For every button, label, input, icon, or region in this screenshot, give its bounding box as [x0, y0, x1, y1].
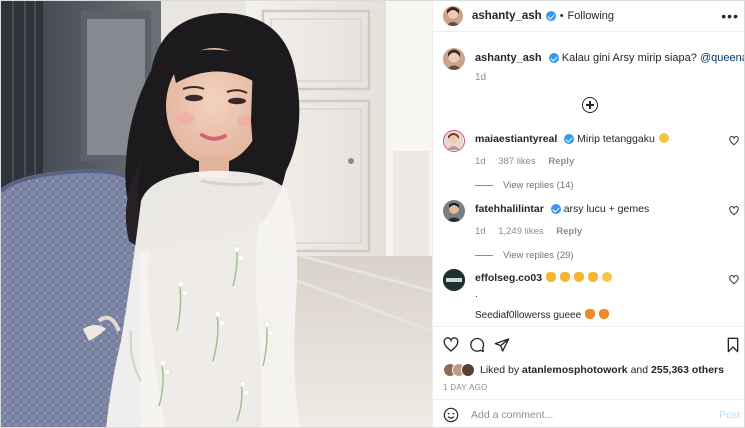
send-icon[interactable]	[494, 337, 510, 353]
caption-timestamp: 1d	[475, 72, 487, 83]
replies-divider	[475, 185, 493, 186]
comment-likes-count[interactable]: 1,249 likes	[498, 226, 543, 237]
likes-others-count[interactable]: 255,363 others	[651, 364, 724, 376]
liker-avatar	[461, 363, 475, 377]
post-actions: Liked by atanlemosphotowork and 255,363 …	[433, 326, 744, 398]
more-options-icon[interactable]: •••	[721, 8, 739, 24]
comment-meta: 1d 387 likes Reply	[475, 156, 584, 167]
heart-icon[interactable]	[443, 337, 459, 353]
comment-time: 1d	[475, 156, 486, 167]
likes-summary: Liked by atanlemosphotowork and 255,363 …	[443, 363, 724, 377]
comment-body: Mirip tetanggaku	[577, 133, 655, 145]
view-replies-button[interactable]: View replies (29)	[475, 250, 574, 261]
verified-badge-icon	[545, 11, 556, 21]
comment-meta: 1d 1,249 likes Reply	[475, 226, 592, 237]
comment-text: effolseg.co03	[475, 272, 612, 284]
comment-username[interactable]: effolseg.co03	[475, 272, 542, 284]
comment-username[interactable]: maiaestiantyreal	[475, 133, 557, 145]
following-button[interactable]: Following	[568, 10, 614, 22]
load-more-comments-icon[interactable]	[582, 97, 598, 113]
post-header: ashanty_ash • Following •••	[433, 1, 744, 32]
thumbs-up-icon	[587, 272, 598, 282]
instagram-post-modal: ashanty_ash • Following ••• ashanty_ash …	[0, 0, 745, 428]
comment-reply-button[interactable]: Reply	[556, 226, 582, 237]
author-avatar[interactable]	[443, 6, 463, 26]
fire-icon	[598, 309, 609, 319]
comment-text: fatehhalilintar arsy lucu + gemes	[475, 203, 649, 215]
post-comment-button[interactable]: Post	[719, 409, 740, 421]
separator-dot: •	[559, 10, 564, 22]
comment-icon[interactable]	[469, 337, 485, 353]
caption-mention-link[interactable]: @queenarsy	[700, 52, 744, 64]
caption-username[interactable]: ashanty_ash	[475, 52, 542, 64]
verified-badge-icon	[550, 204, 561, 215]
thumbs-up-icon	[573, 272, 584, 282]
liker-username[interactable]: atanlemosphotowork	[522, 364, 628, 376]
bookmark-icon[interactable]	[725, 337, 741, 353]
caption-avatar[interactable]	[443, 48, 465, 70]
comment-like-heart-icon[interactable]	[729, 275, 739, 285]
post-photo[interactable]	[1, 1, 432, 427]
add-comment-input[interactable]	[471, 408, 701, 421]
verified-badge-icon	[564, 134, 575, 145]
grinning-face-icon	[601, 272, 612, 282]
view-replies-button[interactable]: View replies (14)	[475, 180, 574, 191]
comment-body-line: .	[475, 289, 478, 300]
photo-illustration	[1, 1, 432, 427]
verified-badge-icon	[548, 53, 559, 64]
flexed-biceps-icon	[559, 272, 570, 282]
caption-body: Kalau gini Arsy mirip siapa?	[561, 52, 697, 64]
post-timestamp[interactable]: 1 DAY AGO	[443, 383, 488, 392]
caption-text: ashanty_ash Kalau gini Arsy mirip siapa?…	[475, 51, 744, 65]
likes-prefix: Liked by	[480, 364, 520, 376]
comment-body-line: Seediaf0llowerss gueee	[475, 309, 609, 321]
comment-body: arsy lucu + gemes	[563, 203, 650, 215]
grinning-face-icon	[658, 133, 669, 143]
add-comment-bar: Post	[433, 399, 744, 427]
fire-icon	[584, 309, 595, 319]
commenter-avatar[interactable]	[443, 130, 465, 152]
comment-body-text: Seediaf0llowerss gueee	[475, 310, 582, 321]
likes-text: Liked by atanlemosphotowork and 255,363 …	[480, 364, 724, 376]
comments-section[interactable]: ashanty_ash Kalau gini Arsy mirip siapa?…	[433, 32, 744, 326]
comment-like-heart-icon[interactable]	[729, 136, 739, 146]
view-replies-label: View replies (14)	[503, 180, 574, 191]
comment-time: 1d	[475, 226, 486, 237]
commenter-avatar[interactable]	[443, 200, 465, 222]
replies-divider	[475, 255, 493, 256]
comment-username[interactable]: fatehhalilintar	[475, 203, 544, 215]
commenter-avatar[interactable]	[443, 269, 465, 291]
post-side-panel: ashanty_ash • Following ••• ashanty_ash …	[432, 1, 744, 427]
comment-reply-button[interactable]: Reply	[548, 156, 574, 167]
author-username[interactable]: ashanty_ash	[472, 10, 542, 22]
comment-like-heart-icon[interactable]	[729, 206, 739, 216]
smiley-icon[interactable]	[443, 407, 459, 423]
folded-hands-icon	[546, 272, 557, 282]
view-replies-label: View replies (29)	[503, 250, 574, 261]
likes-and: and	[630, 364, 649, 376]
comment-text: maiaestiantyreal Mirip tetanggaku	[475, 133, 669, 145]
comment-likes-count[interactable]: 387 likes	[498, 156, 536, 167]
